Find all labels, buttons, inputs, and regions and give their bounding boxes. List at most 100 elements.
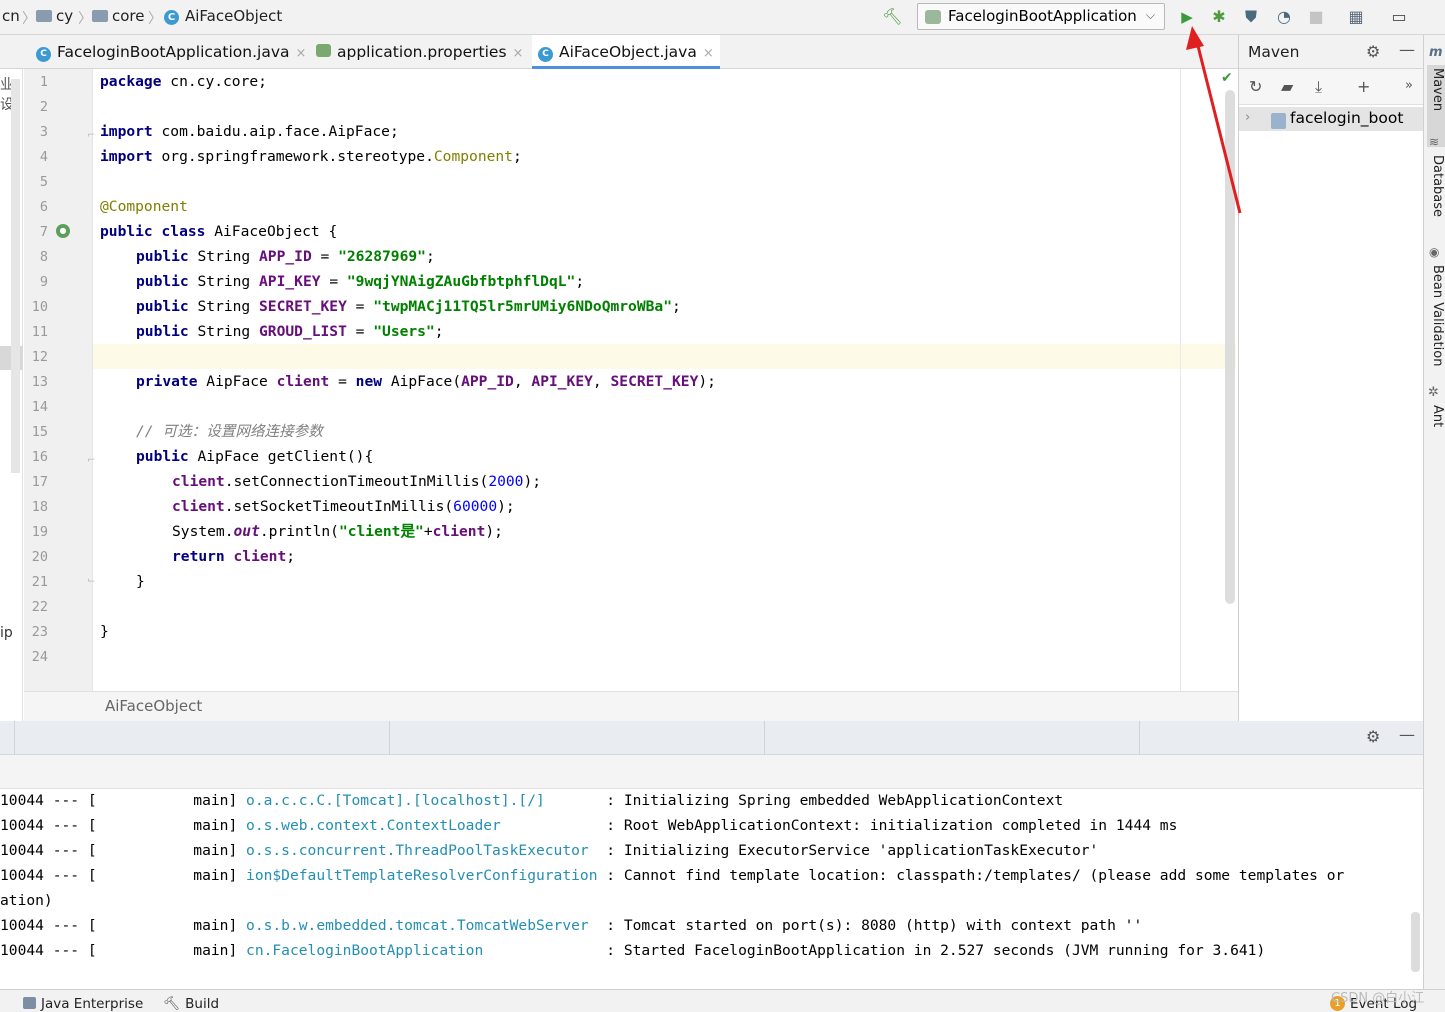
code-line: }: [100, 623, 109, 640]
download-icon[interactable]: ⤓: [1315, 77, 1322, 97]
minimize-icon[interactable]: —: [1399, 725, 1415, 744]
terminal-icon[interactable]: ▭: [1389, 7, 1409, 27]
line-number-gutter: 1 2 3 4 5 6 7 8 9 10 11 12 13 14 15 16 17 18 19 20 21 22 23 24: [24, 69, 93, 691]
fold-icon[interactable]: ⌐: [87, 130, 95, 141]
line-number[interactable]: 20: [24, 549, 48, 565]
maven-project-row[interactable]: › facelogin_boot: [1239, 107, 1424, 131]
line-number[interactable]: 15: [24, 424, 48, 440]
line-number[interactable]: 1: [24, 74, 48, 90]
profile-icon[interactable]: ◔: [1274, 7, 1294, 27]
line-number[interactable]: 2: [24, 99, 48, 115]
line-number[interactable]: 16: [24, 449, 48, 465]
log-line: 10044 --- [ main] o.s.s.concurrent.Threa…: [0, 842, 1099, 859]
line-number[interactable]: 22: [24, 599, 48, 615]
annotation-arrow-line: [1194, 37, 1242, 214]
line-number[interactable]: 6: [24, 199, 48, 215]
annotation-arrow-head: [1186, 26, 1204, 50]
log-line: 10044 --- [ main] ion$DefaultTemplateRes…: [0, 867, 1345, 884]
breadcrumb-cy-label: cy: [56, 7, 74, 25]
class-icon: C: [36, 47, 51, 62]
side-tab-bean-validation[interactable]: Bean Validation: [1427, 265, 1445, 366]
editor-breadcrumb-bar: AiFaceObject: [24, 691, 1238, 721]
tab-label: AiFaceObject.java: [559, 43, 697, 61]
log-line: 10044 --- [ main] o.s.b.w.embedded.tomca…: [0, 917, 1143, 934]
code-line: public class AiFaceObject {: [100, 223, 338, 240]
java-enterprise-label: Java Enterprise: [41, 996, 144, 1012]
class-icon: C: [164, 10, 179, 25]
line-number[interactable]: 24: [24, 649, 48, 665]
line-number[interactable]: 10: [24, 299, 48, 315]
breadcrumb-separator-icon: 〉: [148, 11, 162, 27]
java-enterprise-icon: [23, 997, 36, 1009]
stop-icon[interactable]: ■: [1306, 7, 1326, 27]
line-number[interactable]: 4: [24, 149, 48, 165]
properties-file-icon: [316, 44, 331, 57]
side-tab-database[interactable]: Database: [1427, 155, 1445, 225]
close-icon[interactable]: ×: [296, 46, 307, 61]
code-line: package cn.cy.core;: [100, 73, 267, 90]
spring-bean-icon[interactable]: ●: [56, 224, 70, 238]
line-number[interactable]: 3: [24, 124, 48, 140]
build-label: Build: [185, 996, 220, 1012]
tab-label: application.properties: [337, 43, 507, 61]
tab-application-properties[interactable]: application.properties ×: [316, 35, 523, 69]
project-structure-icon[interactable]: ▦: [1346, 7, 1366, 27]
line-number[interactable]: 19: [24, 524, 48, 540]
tab-faceloginbootapplication[interactable]: C FaceloginBootApplication.java ×: [36, 35, 306, 69]
tab-aifaceobject[interactable]: C AiFaceObject.java ×: [532, 35, 720, 69]
line-number[interactable]: 8: [24, 249, 48, 265]
code-line: System.out.println("client是"+client);: [172, 523, 503, 540]
breadcrumb-cy[interactable]: cy: [36, 7, 73, 25]
ant-icon: ✲: [1428, 385, 1439, 400]
run-configuration-select[interactable]: FaceloginBootApplication ⌵: [917, 3, 1165, 30]
line-number[interactable]: 9: [24, 274, 48, 290]
line-number[interactable]: 5: [24, 174, 48, 190]
gear-icon[interactable]: ⚙: [1366, 727, 1380, 746]
generate-sources-icon[interactable]: ▰: [1281, 77, 1293, 96]
breadcrumb-separator-icon: 〉: [22, 11, 36, 27]
fold-icon[interactable]: ⌐: [87, 455, 95, 466]
log-line: 10044 --- [ main] cn.FaceloginBootApplic…: [0, 942, 1266, 959]
line-number[interactable]: 17: [24, 474, 48, 490]
gear-icon[interactable]: ⚙: [1366, 42, 1380, 61]
close-icon[interactable]: ×: [513, 46, 524, 61]
breadcrumb-core[interactable]: core: [92, 7, 145, 25]
breadcrumb-core-label: core: [112, 7, 145, 25]
hammer-icon[interactable]: 🔨︎: [882, 7, 902, 27]
line-number[interactable]: 13: [24, 374, 48, 390]
console-scrollbar[interactable]: [1411, 912, 1420, 972]
code-line: public String APP_ID = "26287969";: [136, 248, 435, 265]
current-line-highlight: [93, 344, 1236, 369]
breadcrumb-separator-icon: 〉: [78, 11, 92, 27]
maven-panel: Maven ⚙ — ↻ ▰ ⤓ + » › facelogin_boot: [1238, 35, 1424, 721]
reload-icon[interactable]: ↻: [1249, 77, 1262, 96]
line-number[interactable]: 11: [24, 324, 48, 340]
line-number[interactable]: 12: [24, 349, 48, 365]
line-number[interactable]: 14: [24, 399, 48, 415]
add-icon[interactable]: +: [1357, 77, 1370, 96]
side-tab-ant[interactable]: Ant: [1427, 405, 1445, 435]
fold-icon[interactable]: ⌙: [87, 575, 95, 586]
watermark: CSDN @白小江: [1331, 991, 1425, 1006]
editor-breadcrumb-class[interactable]: AiFaceObject: [105, 697, 202, 715]
line-number[interactable]: 7: [24, 224, 48, 240]
maven-toolbar: ↻ ▰ ⤓ + »: [1239, 69, 1424, 105]
line-number[interactable]: 18: [24, 499, 48, 515]
breadcrumb-aifaceobject[interactable]: C AiFaceObject: [164, 7, 282, 25]
breadcrumb-cn[interactable]: cn: [2, 7, 20, 25]
code-line: public String SECRET_KEY = "twpMACj11TQ5…: [136, 298, 681, 315]
java-enterprise-tab[interactable]: Java Enterprise: [23, 996, 143, 1012]
code-line: client.setSocketTimeoutInMillis(60000);: [172, 498, 515, 515]
minimize-icon[interactable]: —: [1399, 40, 1415, 59]
code-line: import org.springframework.stereotype.Co…: [100, 148, 522, 165]
more-icon[interactable]: »: [1405, 78, 1413, 93]
code-line: }: [136, 573, 145, 590]
line-number[interactable]: 23: [24, 624, 48, 640]
bean-validation-icon: ◉: [1429, 245, 1440, 259]
project-scrollbar[interactable]: [11, 79, 20, 473]
close-icon[interactable]: ×: [703, 46, 714, 61]
code-line: public String API_KEY = "9wqjYNAigZAuGbf…: [136, 273, 585, 290]
build-tab[interactable]: 🔨︎ Build: [163, 996, 219, 1012]
line-number[interactable]: 21: [24, 574, 48, 590]
run-panel-header: ⚙ —: [0, 721, 1423, 755]
